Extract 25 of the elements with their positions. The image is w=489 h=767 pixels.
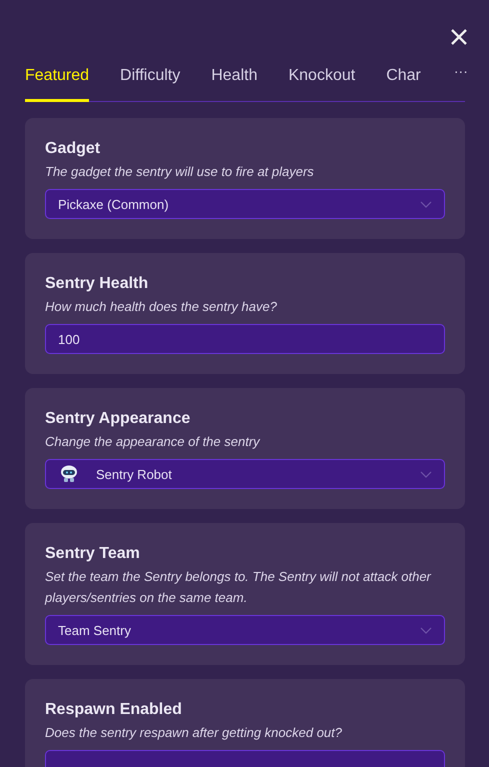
dropdown-field[interactable]: Sentry Robot [45,459,445,489]
chevron-down-icon [420,200,432,208]
tab[interactable]: Char [386,59,421,102]
setting-description: The gadget the sentry will use to fire at players [45,163,315,181]
dropdown-field[interactable]: Pickaxe (Common) [45,189,445,219]
setting-description: How much health does the sentry have? [45,298,278,316]
chevron-down-icon [420,626,432,634]
setting-title: Sentry Health [45,275,150,293]
more-tabs-button[interactable]: ··· [452,63,470,79]
input-field[interactable]: 100 [45,324,445,354]
robot-icon [60,465,78,483]
setting-description: Set the team the Sentry belongs to. The Sentry will not attack other players/sentries on the same team. [45,568,432,607]
tab[interactable]: Health [211,59,258,102]
setting-title: Sentry Appearance [45,410,192,428]
tab[interactable]: Knockout [288,59,356,102]
setting-title: Sentry Team [45,545,141,563]
close-button[interactable] [449,27,469,47]
tab[interactable]: Difficulty [120,59,180,102]
dropdown-field[interactable]: Team Sentry [45,615,445,645]
setting-title: Respawn Enabled [45,701,183,719]
setting-description: Change the appearance of the sentry [45,433,262,451]
tab[interactable]: Featured [25,59,90,102]
setting-title: Gadget [45,140,102,158]
setting-description: Does the sentry respawn after getting knocked out? [45,724,344,742]
chevron-down-icon [420,470,432,478]
